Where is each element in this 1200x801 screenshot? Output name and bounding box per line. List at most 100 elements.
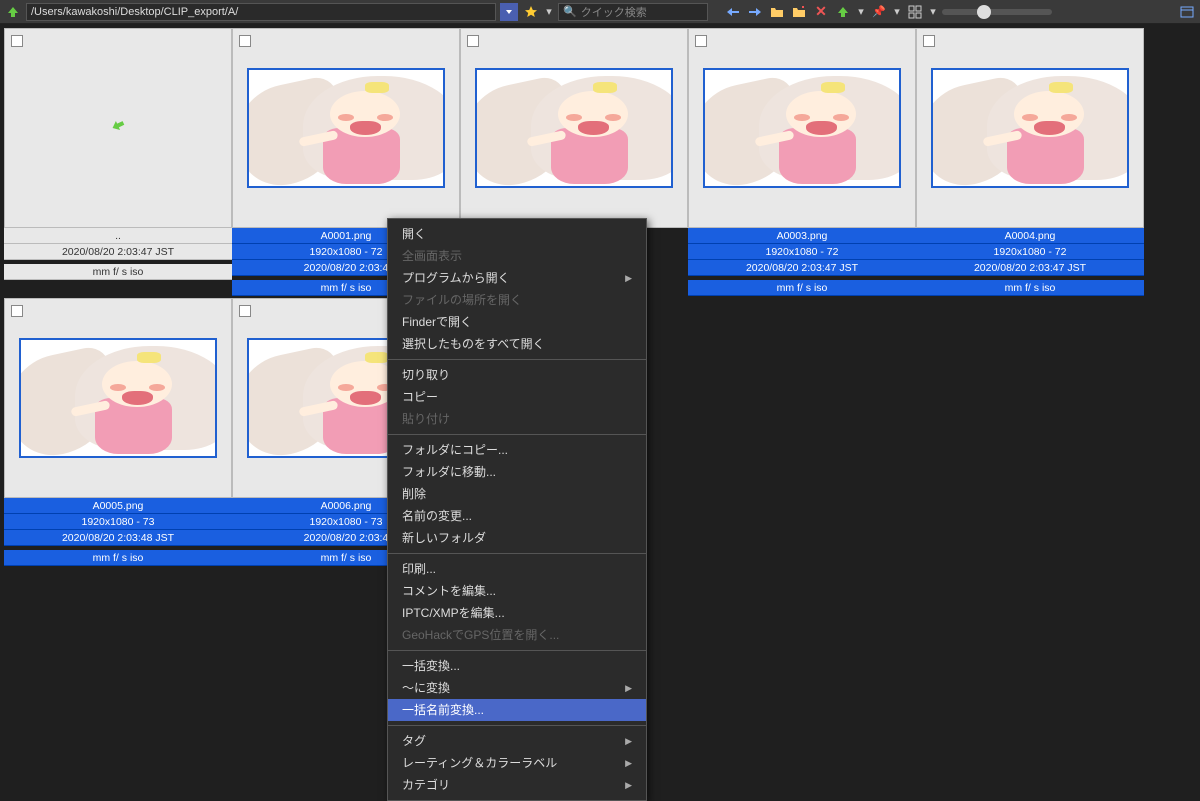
thumbnail-image <box>19 338 217 458</box>
date-label: 2020/08/20 2:03:48 JST <box>4 530 232 546</box>
image-tile[interactable]: A0004.png 1920x1080 - 72 2020/08/20 2:03… <box>916 28 1144 296</box>
chevron-right-icon: ▶ <box>625 269 632 287</box>
newfolder-icon[interactable] <box>790 3 808 21</box>
ctx-movetofolder[interactable]: フォルダに移動... <box>388 461 646 483</box>
zoom-thumb[interactable] <box>977 5 991 19</box>
thumbnail-image <box>931 68 1129 188</box>
window-icon[interactable] <box>1178 3 1196 21</box>
checkbox[interactable] <box>239 35 251 47</box>
ctx-cut[interactable]: 切り取り <box>388 364 646 386</box>
path-input[interactable]: /Users/kawakoshi/Desktop/CLIP_export/A/ <box>26 3 496 21</box>
thumb-area[interactable] <box>232 28 460 228</box>
chevron-right-icon: ▶ <box>625 732 632 750</box>
ctx-batchrename[interactable]: 一括名前変換... <box>388 699 646 721</box>
filename-label: A0003.png <box>688 228 916 244</box>
ctx-fullscreen: 全画面表示 <box>388 245 646 267</box>
search-placeholder: クイック検索 <box>581 4 647 20</box>
chevron-right-icon: ▶ <box>625 679 632 697</box>
ctx-open[interactable]: 開く <box>388 223 646 245</box>
thumb-area[interactable] <box>688 28 916 228</box>
thumbnail-image <box>703 68 901 188</box>
search-icon: 🔍 <box>563 5 577 18</box>
ctx-openall[interactable]: 選択したものをすべて開く <box>388 333 646 355</box>
checkbox[interactable] <box>467 35 479 47</box>
ctx-convto[interactable]: 〜に変換▶ <box>388 677 646 699</box>
ctx-copytofolder[interactable]: フォルダにコピー... <box>388 439 646 461</box>
date-label: 2020/08/20 2:03:47 JST <box>688 260 916 276</box>
thumbnail-image <box>475 68 673 188</box>
toolbar: /Users/kawakoshi/Desktop/CLIP_export/A/ … <box>0 0 1200 24</box>
context-menu: 開く 全画面表示 プログラムから開く▶ ファイルの場所を開く Finderで開く… <box>387 218 647 801</box>
date-label: 2020/08/20 2:03:47 JST <box>4 244 232 260</box>
meta-block: .. 2020/08/20 2:03:47 JST mm f/ s iso <box>4 228 232 280</box>
exif-label: mm f/ s iso <box>4 550 232 566</box>
ctx-batchconv[interactable]: 一括変換... <box>388 655 646 677</box>
ctx-openwith[interactable]: プログラムから開く▶ <box>388 267 646 289</box>
chevron-right-icon: ▶ <box>625 754 632 772</box>
checkbox[interactable] <box>11 35 23 47</box>
folder-icon[interactable] <box>768 3 786 21</box>
checkbox[interactable] <box>11 305 23 317</box>
separator <box>388 650 646 651</box>
ctx-rename[interactable]: 名前の変更... <box>388 505 646 527</box>
dropdown-icon[interactable]: ▾ <box>544 3 554 21</box>
image-tile[interactable]: A0003.png 1920x1080 - 72 2020/08/20 2:03… <box>688 28 916 296</box>
zoom-slider[interactable] <box>942 9 1052 15</box>
upload-icon[interactable] <box>834 3 852 21</box>
parent-arrow-icon <box>109 118 127 139</box>
filename-label: A0004.png <box>916 228 1144 244</box>
thumbnail-image <box>247 68 445 188</box>
ctx-copy[interactable]: コピー <box>388 386 646 408</box>
ctx-delete[interactable]: 削除 <box>388 483 646 505</box>
thumb-area[interactable] <box>916 28 1144 228</box>
ctx-geohack: GeoHackでGPS位置を開く... <box>388 624 646 646</box>
separator <box>388 553 646 554</box>
view-grid-icon[interactable] <box>906 3 924 21</box>
checkbox[interactable] <box>923 35 935 47</box>
dimensions-label: 1920x1080 - 72 <box>916 244 1144 260</box>
up-icon[interactable] <box>4 3 22 21</box>
separator <box>388 434 646 435</box>
path-dropdown[interactable] <box>500 3 518 21</box>
path-text: /Users/kawakoshi/Desktop/CLIP_export/A/ <box>31 6 238 18</box>
back-icon[interactable] <box>724 3 742 21</box>
date-label: 2020/08/20 2:03:47 JST <box>916 260 1144 276</box>
ctx-editiptc[interactable]: IPTC/XMPを編集... <box>388 602 646 624</box>
filename-label: .. <box>4 228 232 244</box>
image-tile[interactable]: A0005.png 1920x1080 - 73 2020/08/20 2:03… <box>4 298 232 566</box>
ctx-paste: 貼り付け <box>388 408 646 430</box>
ctx-print[interactable]: 印刷... <box>388 558 646 580</box>
thumb-area[interactable] <box>460 28 688 228</box>
ctx-openloc: ファイルの場所を開く <box>388 289 646 311</box>
thumb-area[interactable] <box>4 298 232 498</box>
delete-icon[interactable]: ✕ <box>812 3 830 21</box>
exif-label: mm f/ s iso <box>4 264 232 280</box>
separator <box>388 359 646 360</box>
meta-block: A0003.png 1920x1080 - 72 2020/08/20 2:03… <box>688 228 916 296</box>
star-icon[interactable] <box>522 3 540 21</box>
chevron-right-icon: ▶ <box>625 776 632 794</box>
thumb-area[interactable] <box>4 28 232 228</box>
dropdown4-icon[interactable]: ▾ <box>928 3 938 21</box>
search-input[interactable]: 🔍 クイック検索 <box>558 3 708 21</box>
parent-folder-tile[interactable]: .. 2020/08/20 2:03:47 JST mm f/ s iso <box>4 28 232 296</box>
forward-icon[interactable] <box>746 3 764 21</box>
dimensions-label: 1920x1080 - 73 <box>4 514 232 530</box>
ctx-finder[interactable]: Finderで開く <box>388 311 646 333</box>
checkbox[interactable] <box>695 35 707 47</box>
checkbox[interactable] <box>239 305 251 317</box>
ctx-rating[interactable]: レーティング＆カラーラベル▶ <box>388 752 646 774</box>
filename-label: A0005.png <box>4 498 232 514</box>
separator <box>388 725 646 726</box>
exif-label: mm f/ s iso <box>916 280 1144 296</box>
dropdown3-icon[interactable]: ▾ <box>892 3 902 21</box>
ctx-newfolder[interactable]: 新しいフォルダ <box>388 527 646 549</box>
ctx-editcomment[interactable]: コメントを編集... <box>388 580 646 602</box>
meta-block: A0004.png 1920x1080 - 72 2020/08/20 2:03… <box>916 228 1144 296</box>
dropdown2-icon[interactable]: ▾ <box>856 3 866 21</box>
ctx-tag[interactable]: タグ▶ <box>388 730 646 752</box>
dimensions-label: 1920x1080 - 72 <box>688 244 916 260</box>
meta-block: A0005.png 1920x1080 - 73 2020/08/20 2:03… <box>4 498 232 566</box>
pin-icon[interactable]: 📌 <box>870 3 888 21</box>
ctx-category[interactable]: カテゴリ▶ <box>388 774 646 796</box>
